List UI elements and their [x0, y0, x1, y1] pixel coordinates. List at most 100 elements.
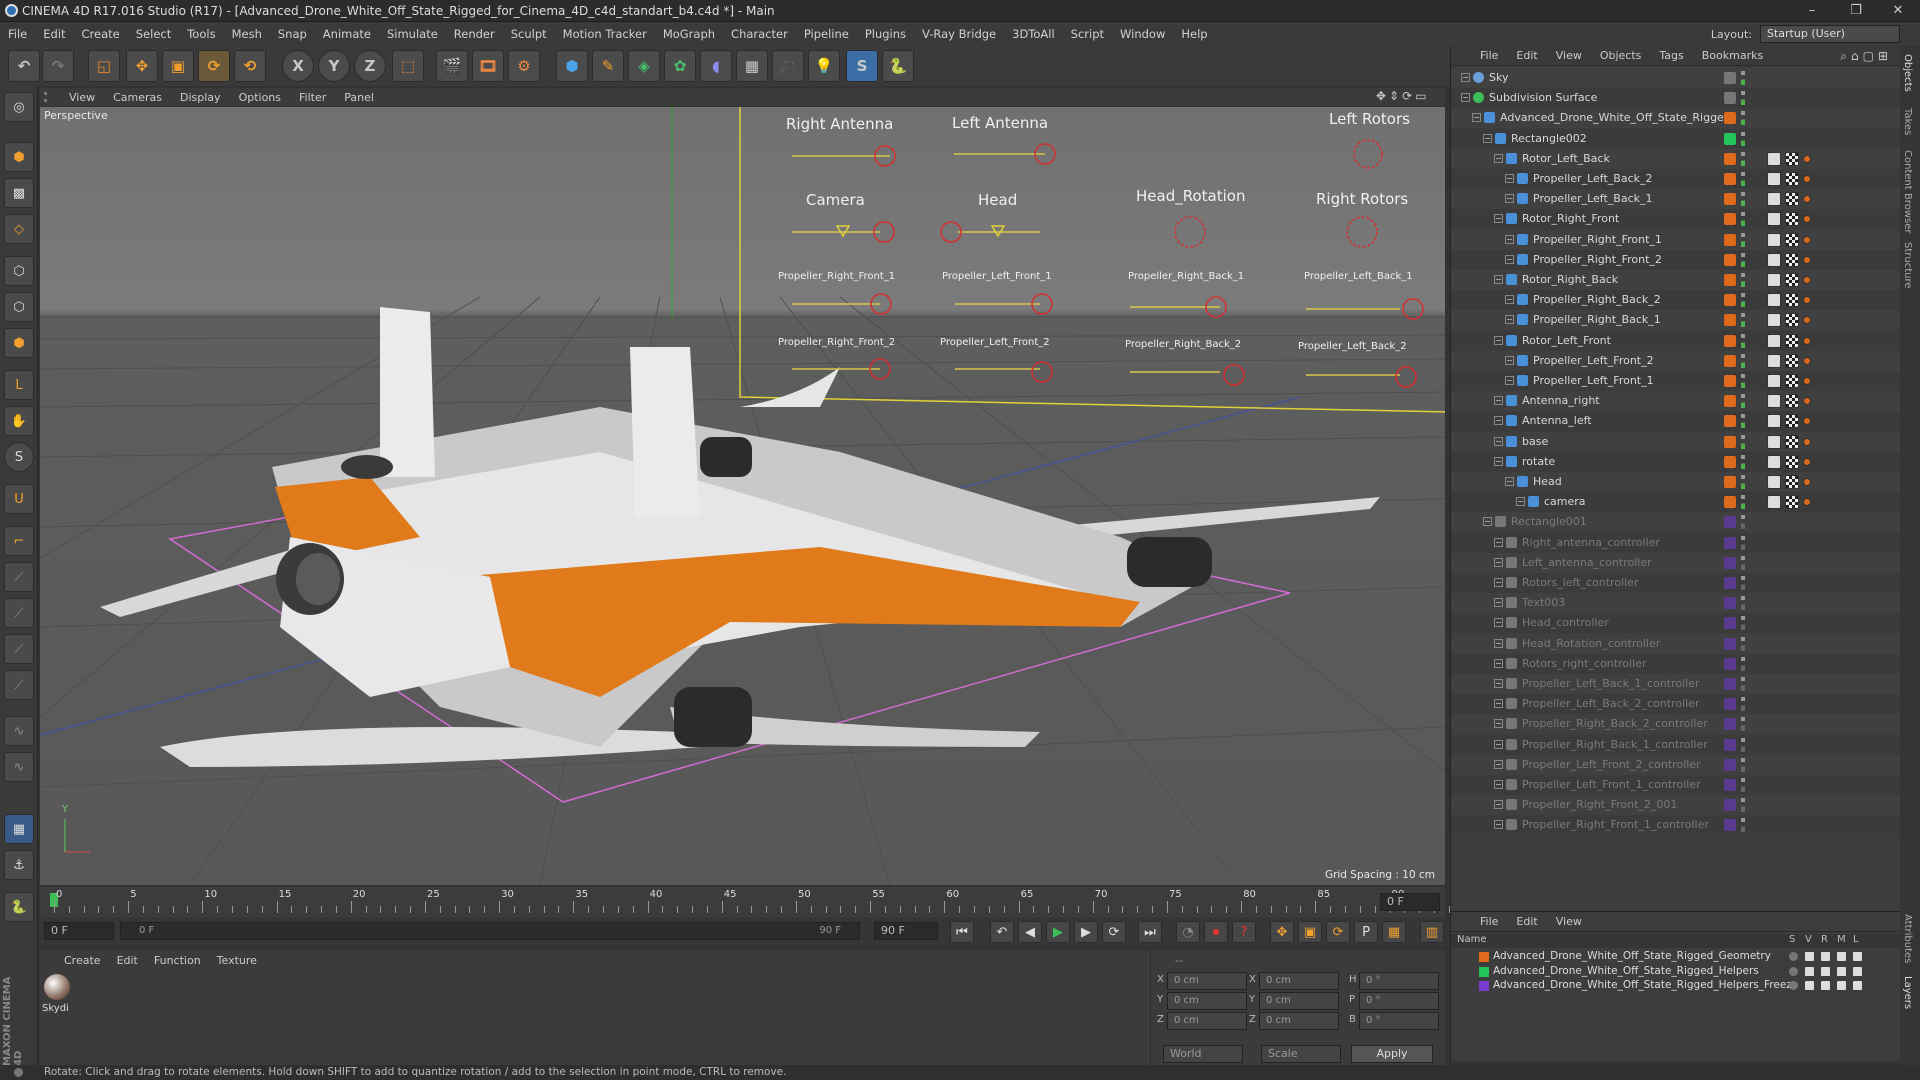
visibility-dots-icon[interactable]: [1741, 353, 1745, 368]
coord-c-field[interactable]: 0 °: [1359, 972, 1439, 990]
viewport-menu-view[interactable]: View: [60, 91, 104, 104]
object-row[interactable]: − Propeller_Right_Front_2_001: [1451, 795, 1901, 816]
layer-flag-icon[interactable]: [1821, 952, 1830, 961]
close-button[interactable]: ✕: [1876, 0, 1920, 22]
vray-icon[interactable]: S: [846, 50, 878, 82]
menu-create[interactable]: Create: [74, 27, 128, 41]
expand-toggle-icon[interactable]: −: [1494, 537, 1503, 547]
visibility-dots-icon[interactable]: [1741, 252, 1745, 267]
expand-toggle-icon[interactable]: −: [1494, 598, 1503, 608]
constraint-tag-icon[interactable]: [1767, 313, 1781, 328]
layer-flag-icon[interactable]: [1837, 952, 1846, 961]
material-menu-create[interactable]: Create: [56, 954, 109, 967]
layout-dropdown[interactable]: Startup (User): [1760, 25, 1900, 43]
object-row[interactable]: − camera: [1451, 492, 1901, 513]
constraint-tag-icon[interactable]: [1767, 495, 1781, 510]
menu-v-ray-bridge[interactable]: V-Ray Bridge: [914, 27, 1004, 41]
expand-toggle-icon[interactable]: −: [1494, 820, 1503, 830]
layer-flag-icon[interactable]: [1853, 952, 1862, 961]
expand-toggle-icon[interactable]: −: [1494, 456, 1503, 466]
snap-icon[interactable]: S: [4, 442, 34, 472]
live-selection-tool[interactable]: ◱: [88, 50, 120, 82]
viewport-menu-options[interactable]: Options: [230, 91, 290, 104]
play-button[interactable]: ▶: [1046, 921, 1070, 943]
tweak-mode-icon[interactable]: ✋: [4, 406, 34, 436]
expand-toggle-icon[interactable]: −: [1461, 93, 1470, 103]
expand-toggle-icon[interactable]: −: [1494, 335, 1503, 345]
object-menu-bookmarks[interactable]: Bookmarks: [1693, 49, 1772, 62]
viewport-nav-icons[interactable]: ✥⇕⟳▭: [1376, 89, 1430, 103]
material-menu-edit[interactable]: Edit: [109, 954, 146, 967]
menu-character[interactable]: Character: [723, 27, 796, 41]
menu-tools[interactable]: Tools: [179, 27, 223, 41]
object-row[interactable]: − Advanced_Drone_White_Off_State_Rigged: [1451, 108, 1901, 129]
menu-edit[interactable]: Edit: [35, 27, 73, 41]
xpresso-tag-icon[interactable]: [1785, 273, 1799, 287]
object-row[interactable]: − Rotor_Right_Back: [1451, 270, 1901, 290]
visibility-dots-icon[interactable]: [1741, 71, 1745, 85]
expand-toggle-icon[interactable]: −: [1494, 275, 1503, 284]
object-row[interactable]: − Propeller_Right_Front_2: [1451, 249, 1901, 270]
points-mode-icon[interactable]: ⬡: [4, 256, 34, 286]
timeline-current-frame[interactable]: 0 F: [1380, 893, 1440, 911]
prev-frame-button[interactable]: ◀: [1018, 921, 1042, 943]
ik-tag-icon[interactable]: [1803, 457, 1811, 466]
object-row[interactable]: − Propeller_Right_Back_2: [1451, 290, 1901, 311]
object-row[interactable]: − Propeller_Left_Back_2_controller: [1451, 694, 1901, 715]
expand-toggle-icon[interactable]: −: [1505, 477, 1514, 486]
expand-toggle-icon[interactable]: −: [1494, 578, 1503, 587]
visibility-dots-icon[interactable]: [1741, 454, 1745, 469]
menu-window[interactable]: Window: [1112, 27, 1173, 41]
constraint-tag-icon[interactable]: [1767, 414, 1781, 429]
visibility-dots-icon[interactable]: [1741, 535, 1745, 550]
light-icon[interactable]: 💡: [808, 50, 840, 82]
constraint-tag-icon[interactable]: [1767, 353, 1781, 368]
layer-flag-icon[interactable]: [1805, 981, 1814, 990]
material-menu-texture[interactable]: Texture: [209, 954, 265, 967]
object-row[interactable]: − Left_antenna_controller: [1451, 552, 1901, 573]
loop-button[interactable]: ⟳: [1102, 921, 1126, 943]
rotate-tool[interactable]: ⟳: [198, 50, 230, 82]
viewport-menu-panel[interactable]: Panel: [335, 91, 383, 104]
constraint-tag-icon[interactable]: [1767, 232, 1781, 247]
coord-b-field[interactable]: 0 cm: [1259, 1012, 1339, 1030]
visibility-dots-icon[interactable]: [1741, 515, 1745, 530]
xpresso-tag-icon[interactable]: [1785, 454, 1799, 469]
timeline-layout-icon[interactable]: ▥: [1420, 921, 1444, 943]
expand-toggle-icon[interactable]: −: [1494, 436, 1503, 446]
menu-file[interactable]: File: [0, 27, 35, 41]
visibility-dots-icon[interactable]: [1741, 414, 1745, 429]
expand-toggle-icon[interactable]: −: [1505, 376, 1514, 385]
workplane-icon[interactable]: ◇: [4, 214, 34, 244]
visibility-dots-icon[interactable]: [1741, 313, 1745, 328]
key-scale-icon[interactable]: ▣: [1298, 921, 1322, 943]
expand-toggle-icon[interactable]: −: [1494, 780, 1503, 789]
goto-start-button[interactable]: ⏮: [950, 921, 974, 943]
ik-tag-icon[interactable]: [1803, 478, 1811, 486]
visibility-dots-icon[interactable]: [1741, 737, 1745, 752]
menu-motion-tracker[interactable]: Motion Tracker: [555, 27, 655, 41]
object-menu-view[interactable]: View: [1547, 49, 1591, 62]
xpresso-tag-icon[interactable]: [1785, 434, 1799, 449]
xpresso-tag-icon[interactable]: [1785, 374, 1799, 388]
visibility-dots-icon[interactable]: [1741, 576, 1745, 590]
visibility-dots-icon[interactable]: [1741, 91, 1745, 106]
constraint-tag-icon[interactable]: [1767, 333, 1781, 348]
object-menu-objects[interactable]: Objects: [1591, 49, 1651, 62]
key-rotation-icon[interactable]: ⟳: [1326, 921, 1350, 943]
xpresso-tag-icon[interactable]: [1785, 232, 1799, 247]
menu-simulate[interactable]: Simulate: [379, 27, 446, 41]
loop-cut-icon[interactable]: ∿: [4, 716, 34, 746]
menu-mograph[interactable]: MoGraph: [655, 27, 723, 41]
visibility-dots-icon[interactable]: [1741, 172, 1745, 186]
layer-name[interactable]: Advanced_Drone_White_Off_State_Rigged_He…: [1493, 965, 1759, 977]
visibility-dots-icon[interactable]: [1741, 232, 1745, 247]
model-mode-icon[interactable]: ⬢: [4, 142, 34, 172]
expand-toggle-icon[interactable]: −: [1494, 396, 1503, 406]
make-editable-icon[interactable]: ◎: [4, 92, 34, 122]
object-menu-edit[interactable]: Edit: [1507, 49, 1546, 62]
visibility-dots-icon[interactable]: [1741, 757, 1745, 772]
object-row[interactable]: − Propeller_Right_Back_1: [1451, 310, 1901, 331]
viewport-menu-filter[interactable]: Filter: [290, 91, 335, 104]
object-row[interactable]: − Propeller_Right_Back_1_controller: [1451, 734, 1901, 755]
